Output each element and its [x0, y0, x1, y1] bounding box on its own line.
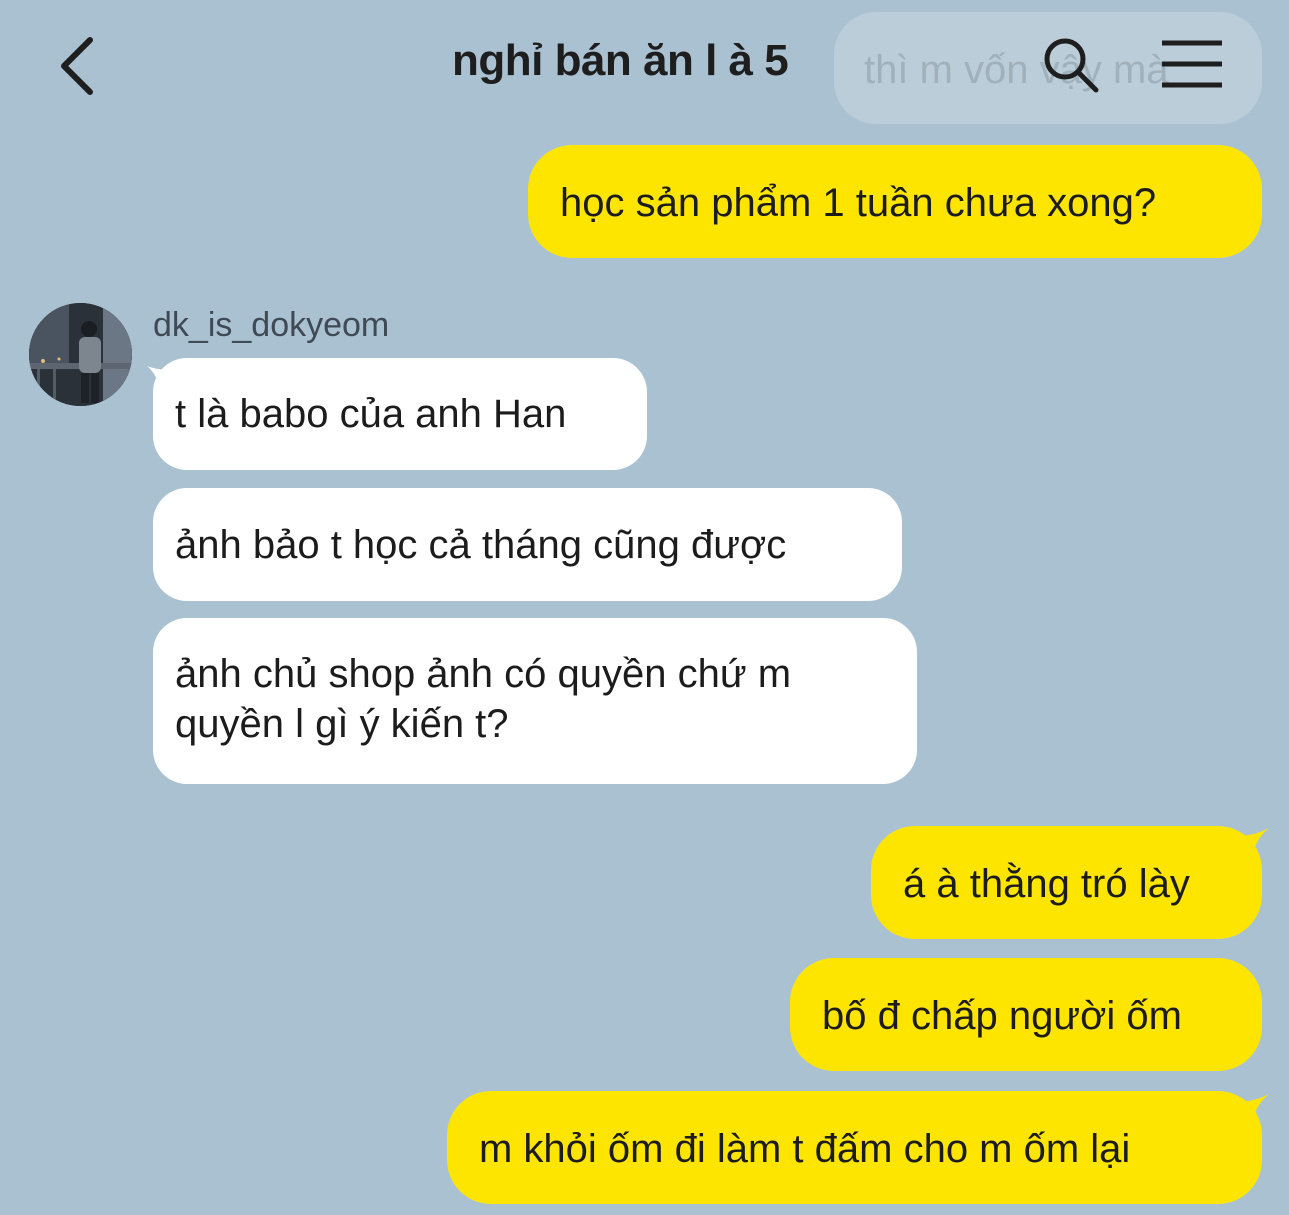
their-message-bubble[interactable]: t là babo của anh Han	[153, 358, 647, 470]
my-message-bubble[interactable]: m khỏi ốm đi làm t đấm cho m ốm lại	[447, 1091, 1262, 1204]
message-text: học sản phẩm 1 tuần chưa xong?	[560, 181, 1157, 225]
search-icon[interactable]	[1040, 34, 1102, 96]
hamburger-menu-icon[interactable]	[1160, 38, 1224, 90]
pinned-message-text: thì m vốn vậy mà	[864, 48, 1169, 92]
sender-avatar[interactable]	[29, 303, 132, 406]
my-message-bubble[interactable]: học sản phẩm 1 tuần chưa xong?	[528, 145, 1262, 258]
their-message-bubble[interactable]: ảnh chủ shop ảnh có quyền chứ m quyền l …	[153, 618, 917, 784]
message-text: á à thằng tró lày	[903, 862, 1190, 906]
my-message-bubble[interactable]: bố đ chấp người ốm	[790, 958, 1262, 1071]
message-text: ảnh bảo t học cả tháng cũng được	[175, 523, 787, 567]
chat-title[interactable]: nghỉ bán ăn l à 5	[452, 36, 789, 86]
avatar-photo-icon	[29, 303, 132, 406]
chat-header: nghỉ bán ăn l à 5 thì m vốn vậy mà	[0, 0, 1289, 132]
message-text-line: quyền l gì ý kiến t?	[175, 702, 509, 746]
sender-name: dk_is_dokyeom	[153, 306, 390, 344]
back-chevron-icon[interactable]	[50, 30, 110, 102]
their-message-bubble[interactable]: ảnh bảo t học cả tháng cũng được	[153, 488, 902, 601]
message-text: m khỏi ốm đi làm t đấm cho m ốm lại	[479, 1127, 1131, 1171]
my-message-bubble[interactable]: á à thằng tró lày	[871, 826, 1262, 939]
message-text: bố đ chấp người ốm	[822, 994, 1182, 1038]
message-text-line: ảnh chủ shop ảnh có quyền chứ m	[175, 652, 792, 696]
message-text: t là babo của anh Han	[175, 392, 567, 436]
